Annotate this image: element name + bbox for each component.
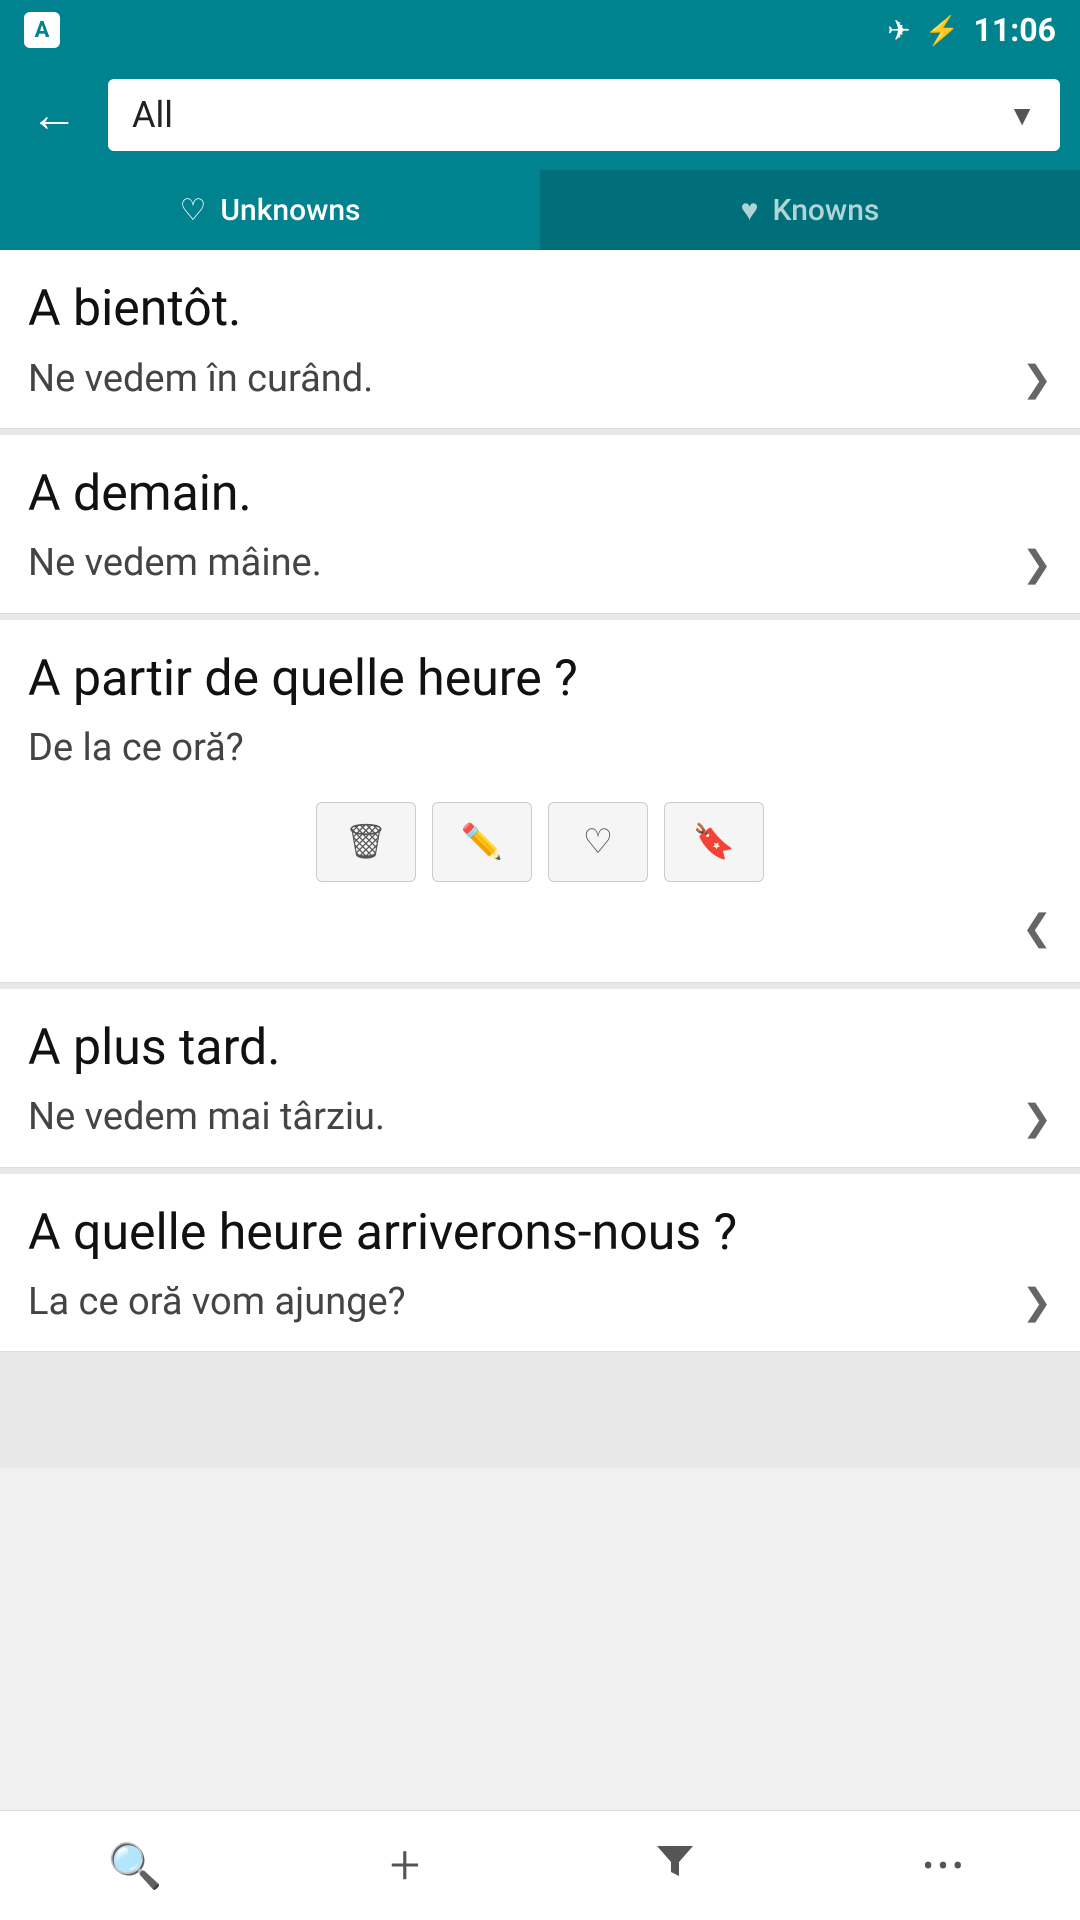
bookmark-icon: 🔖 — [693, 822, 735, 862]
card-2-translation: Ne vedem mâine. — [28, 539, 1052, 588]
card-5-phrase: A quelle heure arriverons-nous ? — [28, 1202, 1052, 1265]
card-1-translation: Ne vedem în curând. — [28, 355, 1052, 404]
trash-icon: 🗑 — [344, 822, 387, 862]
bookmark-button[interactable]: 🔖 — [664, 802, 764, 882]
back-button[interactable]: ← — [20, 81, 88, 149]
tab-unknowns-label: Unknowns — [220, 193, 360, 228]
tab-bar: ♡ Unknowns ♥ Knowns — [0, 170, 1080, 250]
filter-nav-button[interactable] — [615, 1826, 735, 1906]
card-3-actions: 🗑 ✏️ ♡ 🔖 — [28, 802, 1052, 882]
more-dots-icon: ••• — [923, 1847, 967, 1885]
delete-button[interactable]: 🗑 — [316, 802, 416, 882]
card-3-translation: De la ce oră? — [28, 724, 1052, 773]
card-4-phrase: A plus tard. — [28, 1017, 1052, 1080]
chevron-down-icon[interactable]: ❯ — [1022, 1281, 1052, 1323]
tab-unknowns[interactable]: ♡ Unknowns — [0, 170, 540, 250]
app-icon: A — [24, 12, 60, 48]
plus-icon: + — [390, 1834, 421, 1897]
card-2-phrase: A demain. — [28, 463, 1052, 526]
chevron-down-icon[interactable]: ❯ — [1022, 543, 1052, 585]
favorite-button[interactable]: ♡ — [548, 802, 648, 882]
card-2[interactable]: A demain. Ne vedem mâine. ❯ — [0, 435, 1080, 614]
cards-container: A bientôt. Ne vedem în curând. ❯ A demai… — [0, 250, 1080, 1468]
chevron-down-icon[interactable]: ❯ — [1022, 1097, 1052, 1139]
battery-icon: ⚡ — [925, 14, 960, 47]
status-bar: A ✈ ⚡ 11:06 — [0, 0, 1080, 60]
tab-knowns-label: Knowns — [772, 193, 879, 228]
chevron-down-icon[interactable]: ❯ — [1022, 358, 1052, 400]
heart-filled-icon: ♥ — [741, 193, 759, 228]
card-1-phrase: A bientôt. — [28, 278, 1052, 341]
filter-icon — [653, 1838, 697, 1893]
card-5-translation: La ce oră vom ajunge? — [28, 1278, 1052, 1327]
card-5[interactable]: A quelle heure arriverons-nous ? La ce o… — [0, 1174, 1080, 1353]
more-nav-button[interactable]: ••• — [885, 1826, 1005, 1906]
status-icons: ✈ ⚡ 11:06 — [887, 11, 1056, 49]
search-nav-button[interactable]: 🔍 — [75, 1826, 195, 1906]
filter-dropdown[interactable]: All ▼ — [108, 79, 1060, 151]
pencil-icon: ✏️ — [461, 822, 503, 862]
airplane-icon: ✈ — [887, 14, 910, 47]
card-4-translation: Ne vedem mai târziu. — [28, 1093, 1052, 1142]
heart-outline-icon: ♡ — [179, 193, 206, 228]
toolbar: ← All ▼ — [0, 60, 1080, 170]
search-icon: 🔍 — [108, 1840, 163, 1892]
card-3-phrase: A partir de quelle heure ? — [28, 648, 1052, 711]
add-nav-button[interactable]: + — [345, 1826, 465, 1906]
status-time: 11:06 — [974, 11, 1056, 49]
chevron-down-icon: ▼ — [1008, 99, 1036, 132]
card-1[interactable]: A bientôt. Ne vedem în curând. ❯ — [0, 250, 1080, 429]
chevron-up-icon[interactable]: ❯ — [1022, 912, 1052, 954]
bottom-nav: 🔍 + ••• — [0, 1810, 1080, 1920]
card-3[interactable]: A partir de quelle heure ? De la ce oră?… — [0, 620, 1080, 983]
dropdown-value: All — [132, 94, 173, 136]
card-4[interactable]: A plus tard. Ne vedem mai târziu. ❯ — [0, 989, 1080, 1168]
edit-button[interactable]: ✏️ — [432, 802, 532, 882]
tab-knowns[interactable]: ♥ Knowns — [540, 170, 1080, 250]
heart-icon: ♡ — [583, 822, 613, 862]
